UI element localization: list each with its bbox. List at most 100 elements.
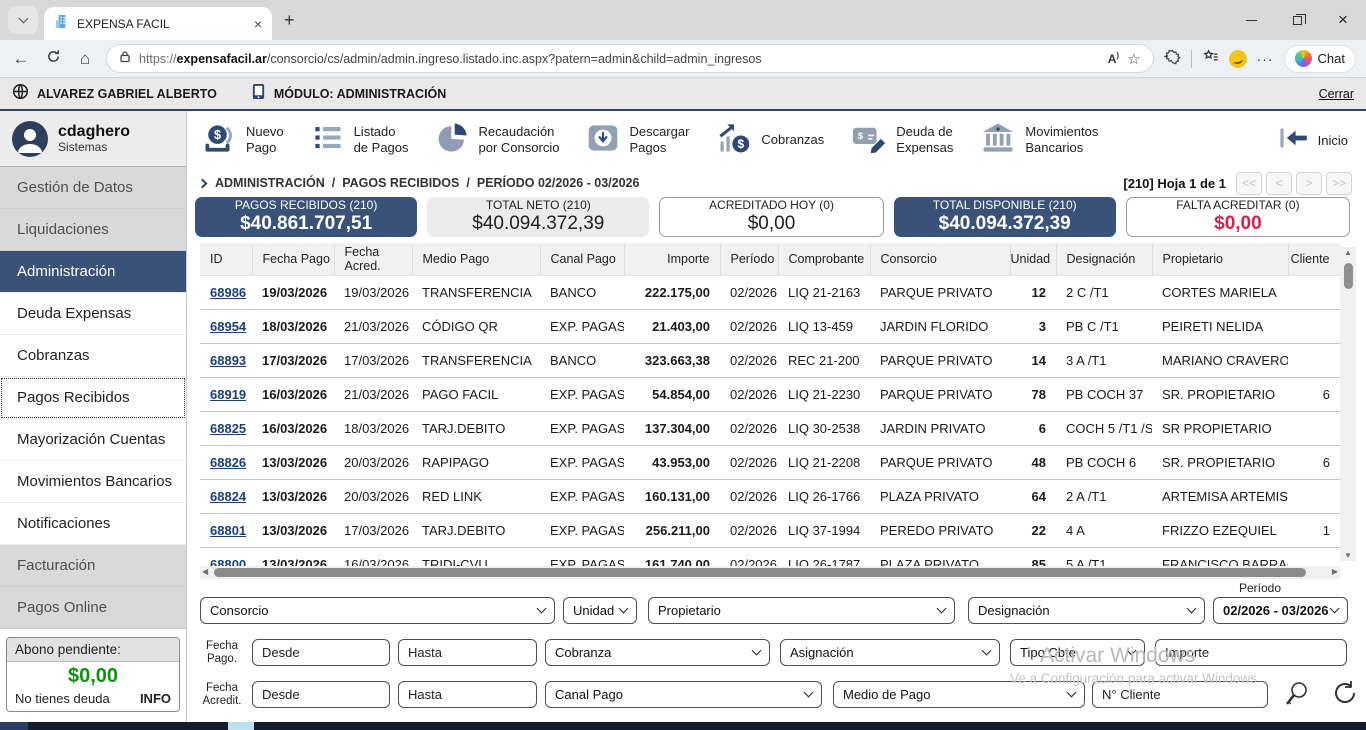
fecha-pago-hasta-input[interactable] [398,639,537,666]
horizontal-scroll-thumb[interactable] [214,568,1306,577]
browser-essentials-icon[interactable] [1164,48,1181,70]
payment-id-link[interactable]: 68954 [210,319,246,334]
scroll-up-icon[interactable]: ▲ [1340,248,1356,257]
browser-menu-icon[interactable]: ··· [1257,51,1274,67]
column-header-designacion[interactable]: Designación [1056,243,1152,275]
home-button[interactable]: Inicio [1278,125,1348,156]
payment-id-link[interactable]: 68919 [210,387,246,402]
toolbar-button-nuevo-pago[interactable]: $NuevoPago [203,122,284,159]
toolbar-button-listado-de-pagos[interactable]: Listadode Pagos [311,122,409,159]
column-header-canal-pago[interactable]: Canal Pago [540,243,624,275]
unidad-select[interactable]: Unidad [563,597,637,624]
sidebar-item-cobranzas[interactable]: Cobranzas [0,335,186,377]
refresh-icon[interactable] [42,49,64,69]
column-header-importe[interactable]: Importe [624,243,720,275]
sidebar-item-facturacion[interactable]: Facturación [0,545,186,587]
sidebar-item-movimientos-bancarios[interactable]: Movimientos Bancarios [0,461,186,503]
home-icon[interactable]: ⌂ [74,49,96,69]
address-bar[interactable]: https://expensafacil.ar/consorcio/cs/adm… [106,44,1154,73]
close-session-link[interactable]: Cerrar [1319,87,1354,101]
canal-pago-select[interactable]: Canal Pago [545,681,822,708]
toolbar-button-recaudacion-por-consorcio[interactable]: Recaudaciónpor Consorcio [436,121,560,160]
column-header-cliente[interactable]: Cliente [1288,243,1340,275]
column-header-medio-pago[interactable]: Medio Pago [412,243,540,275]
table-row[interactable]: 6882413/03/202620/03/2026RED LINKEXP. PA… [200,479,1340,513]
breadcrumb-item[interactable]: PAGOS RECIBIDOS [342,176,459,190]
column-header-id[interactable]: ID [200,243,252,275]
browser-tab[interactable]: EXPENSA FACIL × [44,7,272,40]
toolbar-button-cobranzas[interactable]: $Cobranzas [716,121,824,160]
tipo-cbte-select[interactable]: Tipo Cbte [1010,639,1145,666]
importe-input[interactable] [1155,639,1347,666]
scroll-right-icon[interactable]: ▶ [1332,567,1338,576]
toolbar-button-movimientos-bancarios[interactable]: MovimientosBancarios [980,121,1098,160]
table-row[interactable]: 6882613/03/202620/03/2026RAPIPAGOEXP. PA… [200,445,1340,479]
fecha-pago-desde-input[interactable] [252,639,390,666]
payment-id-link[interactable]: 68826 [210,455,246,470]
column-header-unidad[interactable]: Unidad [1010,243,1056,275]
fecha-acredit-desde-input[interactable] [252,681,390,708]
abono-info-link[interactable]: INFO [140,691,171,706]
table-row[interactable]: 6882516/03/202618/03/2026TARJ.DEBITOEXP.… [200,411,1340,445]
tab-close-icon[interactable]: × [254,16,262,32]
consorcio-select[interactable]: Consorcio [200,597,555,624]
column-header-propietario[interactable]: Propietario [1152,243,1288,275]
extension-icon[interactable] [1229,50,1247,68]
column-header-fecha-pago[interactable]: Fecha Pago [252,243,334,275]
search-button[interactable] [1282,679,1312,709]
table-row[interactable]: 6891916/03/202621/03/2026PAGO FACILEXP. … [200,377,1340,411]
payment-id-link[interactable]: 68800 [210,557,246,567]
vertical-scrollbar[interactable]: ▲ ▼ [1340,247,1356,561]
medio-pago-select[interactable]: Medio de Pago [833,681,1085,708]
sidebar-item-liquidaciones[interactable]: Liquidaciones [0,209,186,251]
cobranza-select[interactable]: Cobranza [545,639,770,666]
designacion-select[interactable]: Designación [968,597,1205,624]
favorite-star-icon[interactable]: ☆ [1127,50,1140,68]
sidebar-item-pagos-online[interactable]: Pagos Online [0,587,186,629]
periodo-select[interactable]: 02/2026 - 03/2026 [1213,597,1348,624]
read-aloud-icon[interactable]: A) [1108,51,1119,66]
last-page-button[interactable]: >> [1326,172,1352,195]
table-row[interactable]: 6889317/03/202617/03/2026TRANSFERENCIABA… [200,343,1340,377]
table-row[interactable]: 6880013/03/202616/03/2026TRIDI-CVUEXP. P… [200,547,1340,566]
window-minimize-button[interactable] [1228,0,1274,40]
table-row[interactable]: 6895418/03/202621/03/2026CÓDIGO QREXP. P… [200,309,1340,343]
payment-id-link[interactable]: 68825 [210,421,246,436]
asignacion-select[interactable]: Asignación [780,639,1000,666]
payment-id-link[interactable]: 68986 [210,285,246,300]
vertical-scroll-thumb[interactable] [1344,263,1353,289]
copilot-chat-button[interactable]: Chat [1284,45,1356,73]
n-cliente-input[interactable] [1092,681,1268,708]
scroll-down-icon[interactable]: ▼ [1340,551,1356,560]
reload-button[interactable] [1330,678,1360,708]
sidebar-item-gestion-de-datos[interactable]: Gestión de Datos [0,167,186,209]
sidebar-item-administracion[interactable]: Administración [0,251,186,293]
tab-search-button[interactable] [8,6,38,34]
scroll-left-icon[interactable]: ◀ [202,567,208,576]
toolbar-button-descargar-pagos[interactable]: DescargarPagos [586,122,689,159]
table-row[interactable]: 6898619/03/202619/03/2026TRANSFERENCIABA… [200,275,1340,309]
payment-id-link[interactable]: 68801 [210,523,246,538]
column-header-consorcio[interactable]: Consorcio [870,243,1010,275]
sidebar-item-mayorizacion-cuentas[interactable]: Mayorización Cuentas [0,419,186,461]
collections-icon[interactable] [1202,48,1219,70]
first-page-button[interactable]: << [1236,172,1262,195]
toolbar-button-deuda-de-expensas[interactable]: $Deuda deExpensas [851,121,953,160]
next-page-button[interactable]: > [1296,172,1322,195]
fecha-acredit-hasta-input[interactable] [398,681,537,708]
breadcrumb-item[interactable]: ADMINISTRACIÓN [215,176,325,190]
horizontal-scrollbar[interactable]: ◀ ▶ [200,566,1340,579]
sidebar-item-notificaciones[interactable]: Notificaciones [0,503,186,545]
sidebar-item-pagos-recibidos[interactable]: Pagos Recibidos [0,377,186,419]
window-close-button[interactable]: × [1320,0,1366,40]
payment-id-link[interactable]: 68824 [210,489,246,504]
sidebar-item-deuda-expensas[interactable]: Deuda Expensas [0,293,186,335]
table-row[interactable]: 6880113/03/202617/03/2026TARJ.DEBITOEXP.… [200,513,1340,547]
new-tab-button[interactable]: + [284,10,295,31]
column-header-comprobante[interactable]: Comprobante [778,243,870,275]
window-restore-button[interactable] [1274,0,1320,40]
propietario-select[interactable]: Propietario [648,597,955,624]
prev-page-button[interactable]: < [1266,172,1292,195]
payment-id-link[interactable]: 68893 [210,353,246,368]
column-header-fecha-acred[interactable]: Fecha Acred. [334,243,412,275]
